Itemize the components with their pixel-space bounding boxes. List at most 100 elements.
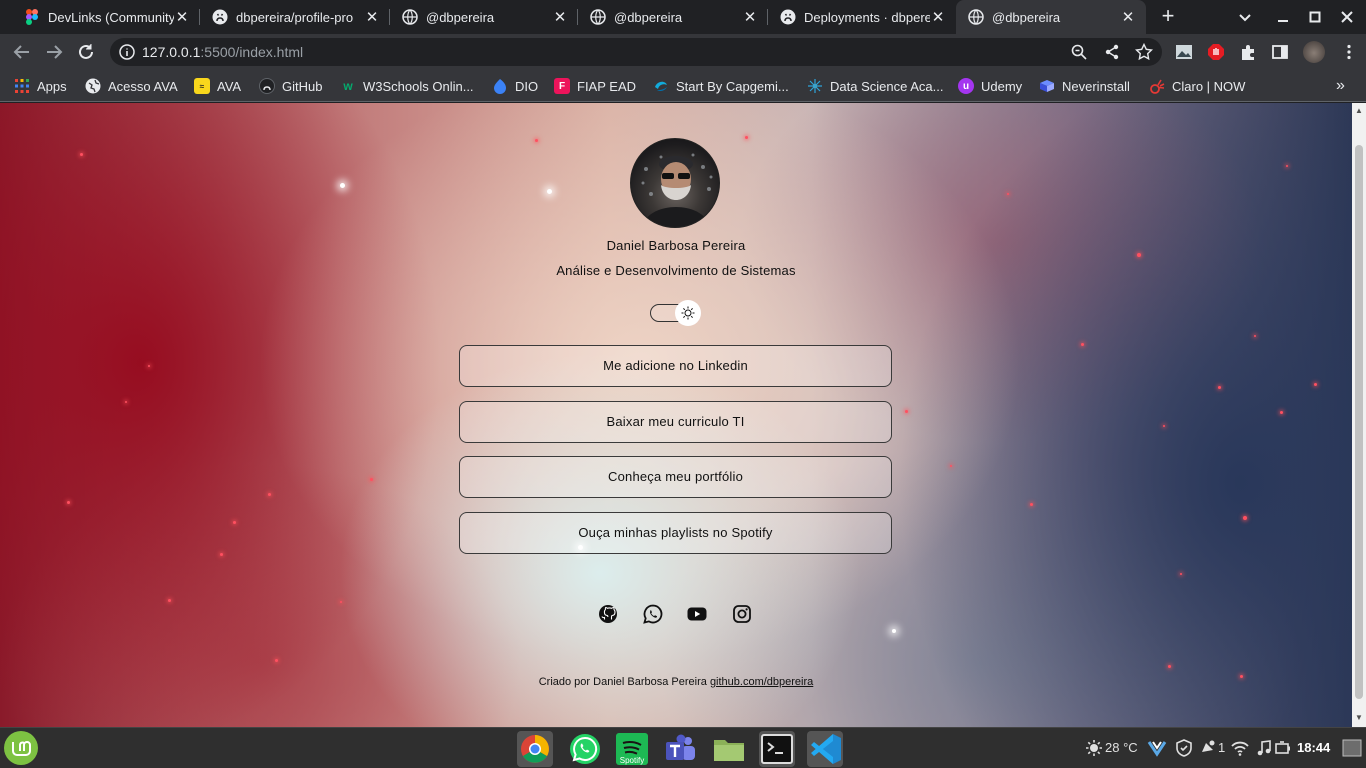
scroll-up-icon[interactable]: ▲ — [1355, 106, 1363, 115]
claro-icon — [1149, 78, 1165, 94]
bookmark-datascience[interactable]: Data Science Aca... — [807, 77, 943, 95]
back-arrow-icon[interactable] — [11, 41, 33, 63]
share-icon[interactable] — [1103, 43, 1121, 61]
tab-dbpereira-2[interactable]: @dbpereira ✕ — [578, 0, 768, 34]
tab-search-icon[interactable] — [1236, 8, 1254, 26]
whatsapp-icon[interactable] — [643, 604, 663, 624]
tab-devlinks[interactable]: DevLinks (Community ✕ — [12, 0, 200, 34]
bookmark-w3schools[interactable]: w W3Schools Onlin... — [340, 77, 473, 95]
weather-sun-icon — [1085, 739, 1103, 757]
adblock-icon[interactable] — [1207, 43, 1225, 61]
globe-icon — [85, 78, 101, 94]
vpn-shield-icon[interactable] — [1147, 739, 1167, 757]
menu-dots-icon[interactable] — [1340, 43, 1358, 61]
star-decoration — [268, 493, 271, 496]
close-icon[interactable]: ✕ — [364, 8, 380, 26]
theme-toggle[interactable] — [650, 300, 701, 326]
star-decoration — [1243, 516, 1247, 520]
star-decoration — [1314, 383, 1317, 386]
linkedin-link-button[interactable]: Me adicione no Linkedin — [459, 345, 892, 387]
bookmark-claro-now[interactable]: Claro | NOW — [1149, 77, 1245, 95]
star-decoration — [80, 153, 83, 156]
bookmark-dio[interactable]: DIO — [492, 77, 538, 95]
page-scrollbar[interactable]: ▲ ▼ — [1352, 103, 1366, 727]
vscode-icon[interactable] — [807, 731, 843, 767]
new-tab-button[interactable]: + — [1157, 5, 1179, 28]
bookmark-udemy[interactable]: u Udemy — [958, 77, 1022, 95]
github-profile-link[interactable]: github.com/dbpereira — [710, 676, 813, 688]
bookmark-ava[interactable]: ≈ AVA — [194, 77, 241, 95]
github-icon[interactable] — [598, 604, 618, 624]
chrome-icon[interactable] — [517, 731, 553, 767]
zoom-icon[interactable] — [1070, 43, 1088, 61]
star-decoration — [1137, 253, 1141, 257]
spotify-icon[interactable]: Spotify — [614, 731, 650, 767]
tab-dbpereira-1[interactable]: @dbpereira ✕ — [390, 0, 578, 34]
bookmark-github[interactable]: GitHub — [259, 77, 322, 95]
terminal-icon[interactable] — [759, 731, 795, 767]
spotify-link-button[interactable]: Ouça minhas playlists no Spotify — [459, 512, 892, 554]
close-icon[interactable]: ✕ — [1120, 8, 1136, 26]
reload-icon[interactable] — [75, 41, 97, 63]
tab-deployments[interactable]: Deployments · dbpere ✕ — [768, 0, 956, 34]
close-icon[interactable]: ✕ — [174, 8, 190, 26]
spotify-app-label: Spotify — [619, 756, 645, 765]
profile-role: Análise e Desenvolvimento de Sistemas — [556, 263, 796, 278]
tab-title: DevLinks (Community — [48, 9, 174, 25]
weather-temperature[interactable]: 28 °C — [1105, 740, 1138, 755]
bookmark-neverinstall[interactable]: Neverinstall — [1039, 77, 1130, 95]
datascience-icon — [807, 78, 823, 94]
tab-title: @dbpereira — [992, 9, 1061, 25]
star-decoration — [1163, 425, 1165, 427]
star-decoration — [1180, 573, 1182, 575]
extensions-puzzle-icon[interactable] — [1239, 43, 1257, 61]
taskbar-clock[interactable]: 18:44 — [1297, 740, 1330, 755]
extension-image-icon[interactable] — [1175, 43, 1193, 61]
site-info-icon[interactable] — [119, 44, 135, 60]
github-icon — [780, 9, 796, 25]
minimize-icon[interactable] — [1273, 7, 1293, 27]
star-decoration — [905, 410, 908, 413]
resume-download-button[interactable]: Baixar meu curriculo TI — [459, 401, 892, 443]
tab-title: @dbpereira — [614, 9, 683, 25]
restore-icon[interactable] — [1305, 7, 1325, 27]
whatsapp-icon[interactable] — [567, 731, 603, 767]
teams-icon[interactable] — [662, 731, 698, 767]
bookmark-apps[interactable]: Apps — [14, 77, 67, 95]
wifi-icon[interactable] — [1231, 739, 1249, 757]
close-window-icon[interactable] — [1337, 7, 1357, 27]
more-bookmarks-icon[interactable]: » — [1336, 77, 1345, 95]
scrollbar-thumb[interactable] — [1355, 145, 1363, 699]
show-desktop-icon[interactable] — [1342, 738, 1362, 758]
tab-profile-repo[interactable]: dbpereira/profile-pro ✕ — [200, 0, 390, 34]
profile-avatar[interactable] — [1303, 41, 1325, 63]
portfolio-link-button[interactable]: Conheça meu portfólio — [459, 456, 892, 498]
star-decoration — [125, 401, 127, 403]
notifications-icon[interactable] — [1199, 739, 1217, 757]
side-panel-icon[interactable] — [1271, 43, 1289, 61]
star-decoration — [547, 189, 552, 194]
music-note-icon[interactable] — [1255, 739, 1273, 757]
close-icon[interactable]: ✕ — [930, 8, 946, 26]
battery-icon[interactable] — [1274, 739, 1292, 757]
tab-dbpereira-active[interactable]: @dbpereira ✕ — [956, 0, 1146, 34]
address-bar[interactable]: 127.0.0.1:5500/index.html — [110, 38, 1162, 66]
bookmarks-bar: Apps Acesso AVA ≈ AVA GitHub w W3Schools… — [0, 70, 1366, 102]
star-decoration — [950, 465, 952, 467]
star-decoration — [1254, 335, 1256, 337]
bookmark-capgemini[interactable]: Start By Capgemi... — [653, 77, 789, 95]
forward-arrow-icon[interactable] — [43, 41, 65, 63]
capgemini-icon — [653, 78, 669, 94]
files-icon[interactable] — [711, 731, 747, 767]
scroll-down-icon[interactable]: ▼ — [1355, 713, 1363, 722]
close-icon[interactable]: ✕ — [552, 8, 568, 26]
bookmark-fiap[interactable]: F FIAP EAD — [554, 77, 636, 95]
bookmark-star-icon[interactable] — [1134, 42, 1154, 61]
linux-mint-menu-icon[interactable] — [4, 731, 38, 765]
instagram-icon[interactable] — [732, 604, 752, 624]
bookmark-acesso-ava[interactable]: Acesso AVA — [85, 77, 178, 95]
update-shield-icon[interactable] — [1175, 739, 1193, 757]
close-icon[interactable]: ✕ — [742, 8, 758, 26]
youtube-icon[interactable] — [687, 604, 707, 624]
neverinstall-icon — [1039, 78, 1055, 94]
